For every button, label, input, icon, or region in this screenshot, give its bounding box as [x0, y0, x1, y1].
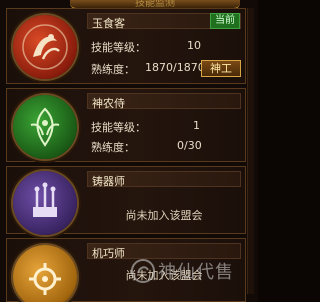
guild-title-bar: 玉食客 当前: [87, 13, 241, 30]
guild-name: 机巧师: [92, 247, 125, 260]
guild-title-bar: 神农侍: [87, 93, 241, 110]
skill-level-value: 1: [193, 119, 200, 132]
guild-name: 神农侍: [92, 97, 125, 110]
proficiency-label: 熟练度：: [91, 141, 135, 154]
chef-emblem-icon: [13, 15, 77, 79]
guild-name: 铸器师: [92, 175, 125, 188]
watermark-logo-icon: [131, 259, 155, 283]
guild-row-chef[interactable]: 玉食客 当前 技能等级： 10 熟练度： 1870/1870 神工: [6, 8, 246, 84]
herbalist-emblem-icon: [13, 95, 77, 159]
proficiency-label: 熟练度：: [91, 63, 135, 76]
mechanist-emblem-icon: [13, 245, 77, 302]
guild-skills-panel: 技能监测 玉食客 当前 技能等级： 10 熟练度： 1870/1870 神工 神…: [0, 0, 258, 302]
guild-row-herbalist[interactable]: 神农侍 技能等级： 1 熟练度： 0/30: [6, 88, 246, 162]
guild-name: 玉食客: [92, 17, 125, 30]
skill-level-label: 技能等级：: [91, 121, 146, 134]
master-craft-button[interactable]: 神工: [201, 60, 241, 77]
proficiency-value: 0/30: [177, 139, 202, 152]
proficiency-value: 1870/1870: [145, 61, 205, 74]
forge-emblem-icon: [13, 171, 77, 235]
guild-title-bar: 铸器师: [87, 171, 241, 188]
watermark-text: 神仙代售: [158, 262, 234, 283]
guild-row-forger[interactable]: 铸器师 尚未加入该盟会: [6, 166, 246, 235]
current-badge: 当前: [210, 13, 240, 29]
watermark: 神仙代售: [128, 248, 254, 292]
skill-level-value: 10: [187, 39, 201, 52]
not-joined-status: 尚未加入该盟会: [125, 209, 203, 222]
skill-level-label: 技能等级：: [91, 41, 146, 54]
